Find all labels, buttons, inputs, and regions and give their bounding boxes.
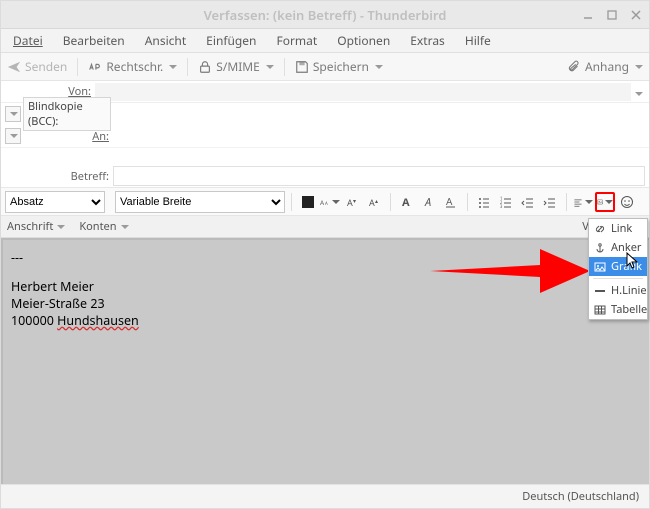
to-row: An: — [1, 125, 649, 147]
status-language[interactable]: Deutsch (Deutschland) — [522, 489, 639, 504]
minimize-button[interactable] — [581, 8, 595, 22]
bullet-list-button[interactable] — [474, 192, 494, 212]
font-family-select[interactable]: Variable Breite — [115, 191, 285, 213]
svg-text:A: A — [402, 195, 410, 209]
signature-name: Herbert Meier — [11, 279, 641, 296]
text-color-button[interactable] — [298, 192, 318, 212]
menu-einfuegen[interactable]: Einfügen — [198, 30, 264, 51]
headers: Von: Blindkopie (BCC): An: Betreff: — [1, 81, 649, 188]
save-button[interactable]: Speichern — [295, 58, 383, 75]
send-button[interactable]: Senden — [7, 58, 67, 75]
spellcheck-button[interactable]: Rechtschr. — [88, 58, 177, 75]
svg-text:▾: ▾ — [353, 197, 356, 205]
message-body[interactable]: --- Herbert Meier Meier-Straße 23 100000… — [1, 238, 649, 484]
number-list-button[interactable]: 123 — [496, 192, 516, 212]
font-size-button[interactable]: AA — [320, 192, 340, 212]
svg-text:A: A — [446, 195, 453, 208]
toolbar: Senden Rechtschr. S/MIME Speichern Anhan… — [1, 53, 649, 81]
font-size-decrease[interactable]: A▾ — [342, 192, 362, 212]
to-field[interactable] — [113, 127, 645, 145]
underline-button[interactable]: A — [441, 192, 461, 212]
menu-optionen[interactable]: Optionen — [329, 30, 398, 51]
menu-extras[interactable]: Extras — [402, 30, 453, 51]
emoji-button[interactable] — [617, 192, 637, 212]
toolbar-separator — [187, 58, 188, 76]
signature-street: Meier-Straße 23 — [11, 296, 641, 313]
toolbar-separator — [77, 58, 78, 76]
menubar: Datei Bearbeiten Ansicht Einfügen Format… — [1, 29, 649, 53]
paragraph-style-select[interactable]: Absatz — [5, 191, 105, 213]
insert-hline-item[interactable]: H.Linie — [589, 281, 647, 300]
align-button[interactable] — [573, 192, 593, 212]
subject-label: Betreff: — [5, 169, 113, 184]
svg-text:3: 3 — [500, 205, 503, 209]
statusbar: Deutsch (Deutschland) — [1, 484, 649, 508]
compose-window: Verfassen: (kein Betreff) - Thunderbird … — [0, 0, 650, 509]
subject-field[interactable] — [113, 166, 645, 186]
to-label: An: — [23, 129, 113, 144]
italic-button[interactable]: A — [419, 192, 439, 212]
bcc-row: Blindkopie (BCC): — [1, 103, 649, 125]
format-toolbar: Absatz Variable Breite AA A▾ A▴ A A A 12… — [1, 188, 649, 216]
insert-link-item[interactable]: Link — [589, 219, 647, 238]
insert-object-button[interactable] — [595, 192, 615, 212]
menu-bearbeiten[interactable]: Bearbeiten — [55, 30, 133, 51]
svg-text:A: A — [325, 200, 328, 206]
svg-text:A: A — [320, 197, 325, 206]
anschrift-button[interactable]: Anschrift — [7, 219, 65, 234]
menu-separator — [593, 278, 643, 279]
quicktext-bar: Anschrift Konten Variablen — [1, 216, 649, 238]
signature-city-line: 100000 Hundshausen — [11, 313, 641, 330]
smime-button[interactable]: S/MIME — [198, 58, 274, 75]
insert-anchor-item[interactable]: Anker — [589, 238, 647, 257]
from-dropdown[interactable] — [631, 83, 645, 100]
indent-button[interactable] — [540, 192, 560, 212]
menu-datei[interactable]: Datei — [5, 30, 51, 51]
signature-separator: --- — [11, 250, 641, 267]
outdent-button[interactable] — [518, 192, 538, 212]
bcc-toggle[interactable] — [5, 106, 21, 122]
bcc-label[interactable]: Blindkopie (BCC): — [23, 97, 115, 131]
bold-button[interactable]: A — [397, 192, 417, 212]
from-field[interactable] — [95, 83, 631, 101]
bcc-field[interactable] — [115, 105, 645, 123]
svg-text:A: A — [424, 195, 431, 209]
maximize-button[interactable] — [605, 8, 619, 22]
close-button[interactable] — [629, 8, 643, 22]
menu-ansicht[interactable]: Ansicht — [137, 30, 194, 51]
titlebar: Verfassen: (kein Betreff) - Thunderbird — [1, 1, 649, 29]
insert-image-item[interactable]: Grafik — [589, 257, 647, 276]
to-toggle[interactable] — [5, 128, 21, 144]
font-size-increase[interactable]: A▴ — [364, 192, 384, 212]
insert-menu: Link Anker Grafik H.Linie Tabelle — [588, 218, 648, 320]
subject-row: Betreff: — [1, 165, 649, 187]
svg-text:▴: ▴ — [375, 197, 378, 205]
signature: --- Herbert Meier Meier-Straße 23 100000… — [11, 250, 641, 330]
menu-hilfe[interactable]: Hilfe — [457, 30, 499, 51]
menu-format[interactable]: Format — [268, 30, 325, 51]
insert-table-item[interactable]: Tabelle — [589, 300, 647, 319]
window-title: Verfassen: (kein Betreff) - Thunderbird — [0, 6, 650, 24]
toolbar-separator — [284, 58, 285, 76]
konten-button[interactable]: Konten — [79, 219, 128, 234]
attach-button[interactable]: Anhang — [567, 58, 643, 75]
